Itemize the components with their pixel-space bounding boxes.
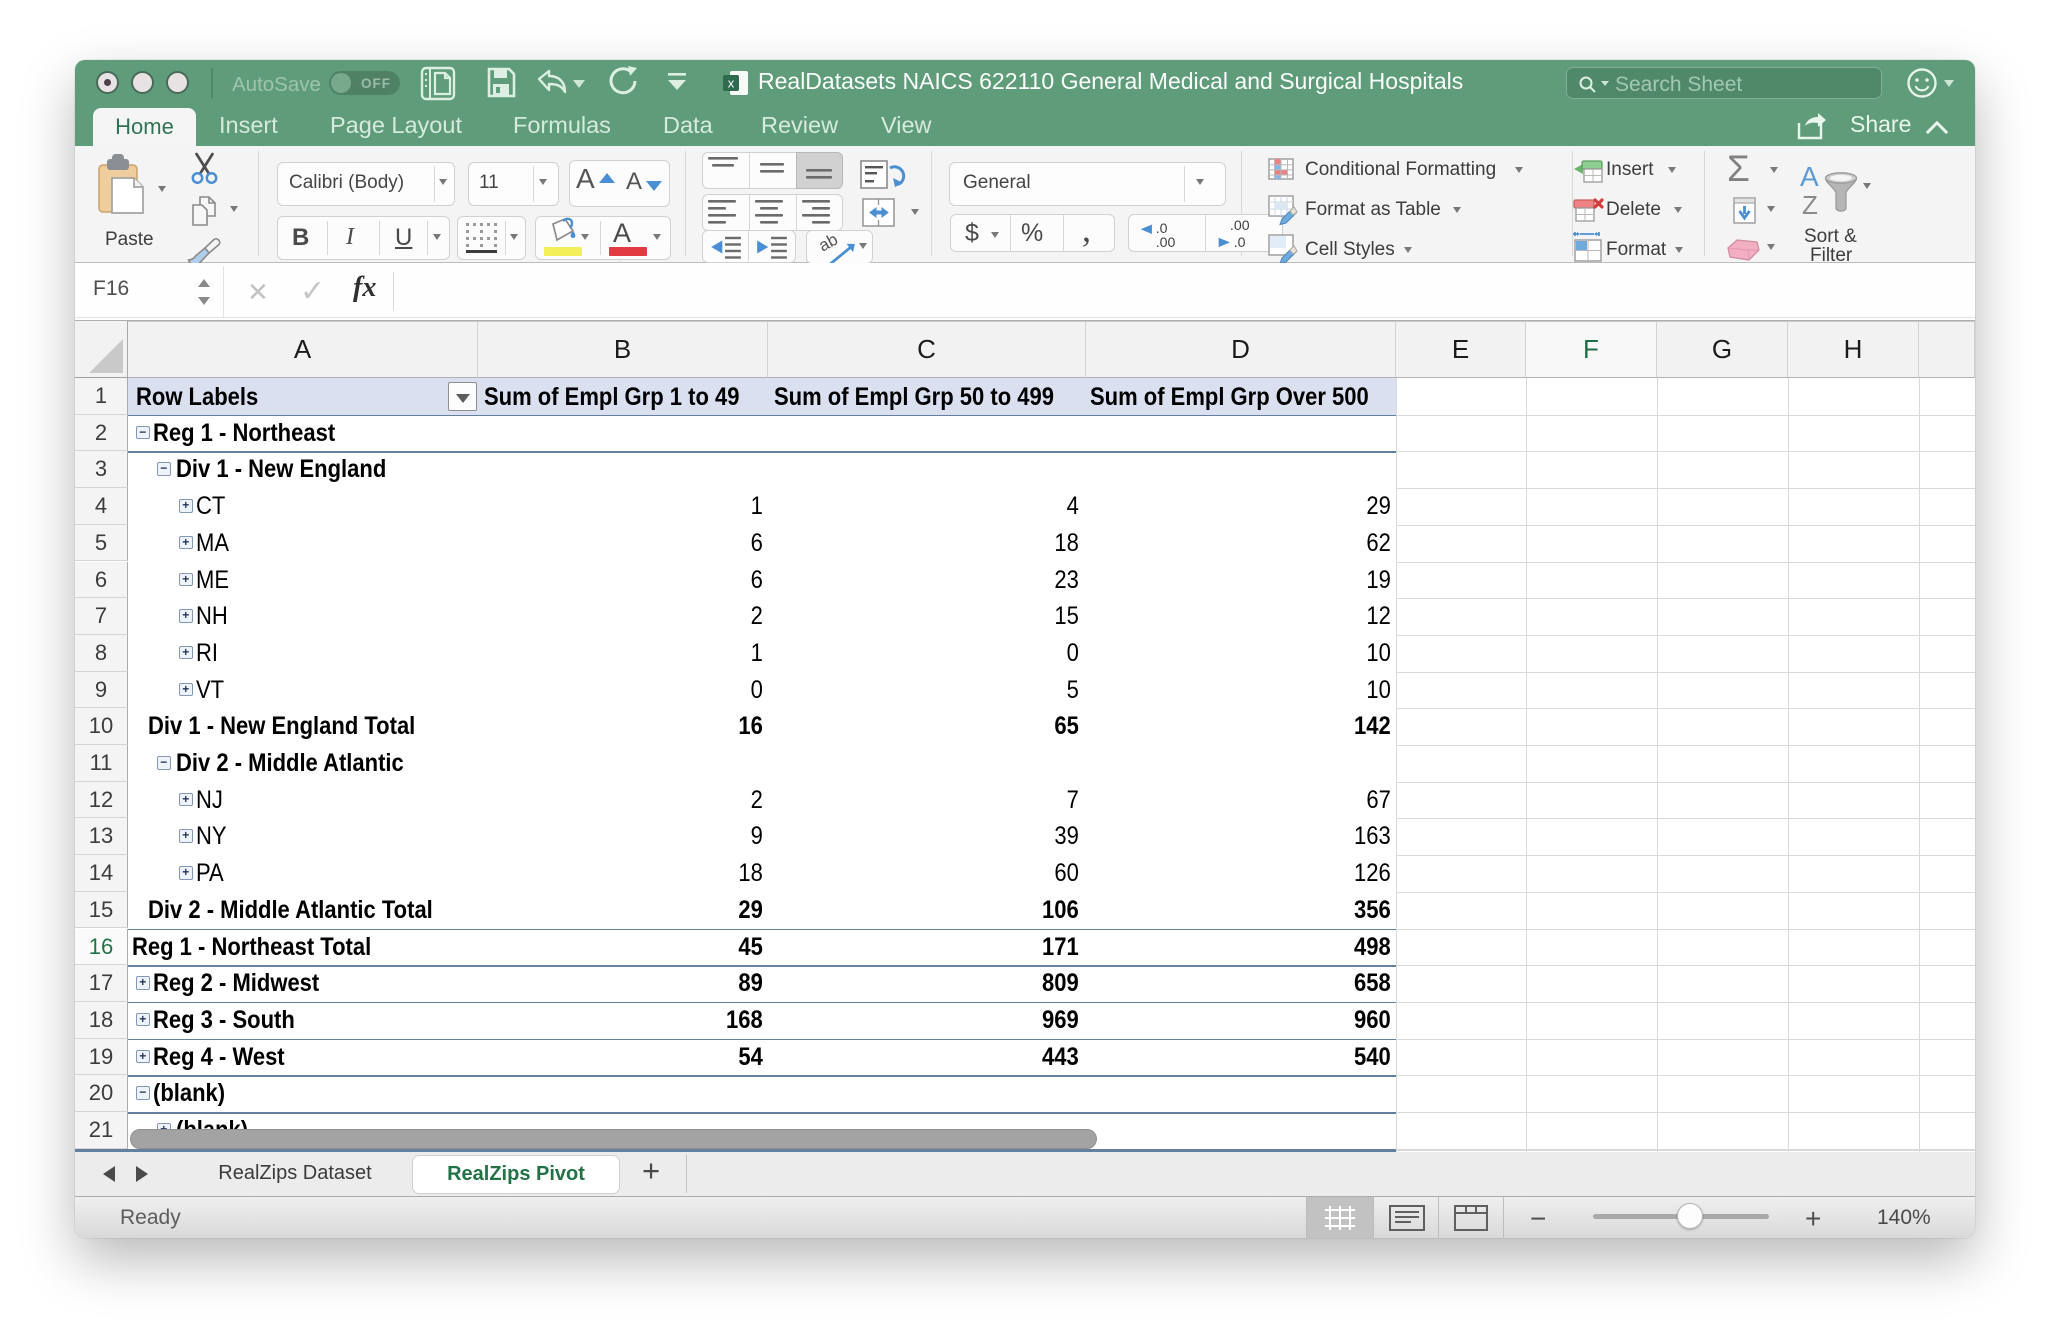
svg-text:x: x xyxy=(728,76,735,91)
svg-text:.0: .0 xyxy=(1234,234,1246,250)
svg-text:.00: .00 xyxy=(1230,217,1250,233)
svg-text:.00: .00 xyxy=(1156,234,1176,250)
